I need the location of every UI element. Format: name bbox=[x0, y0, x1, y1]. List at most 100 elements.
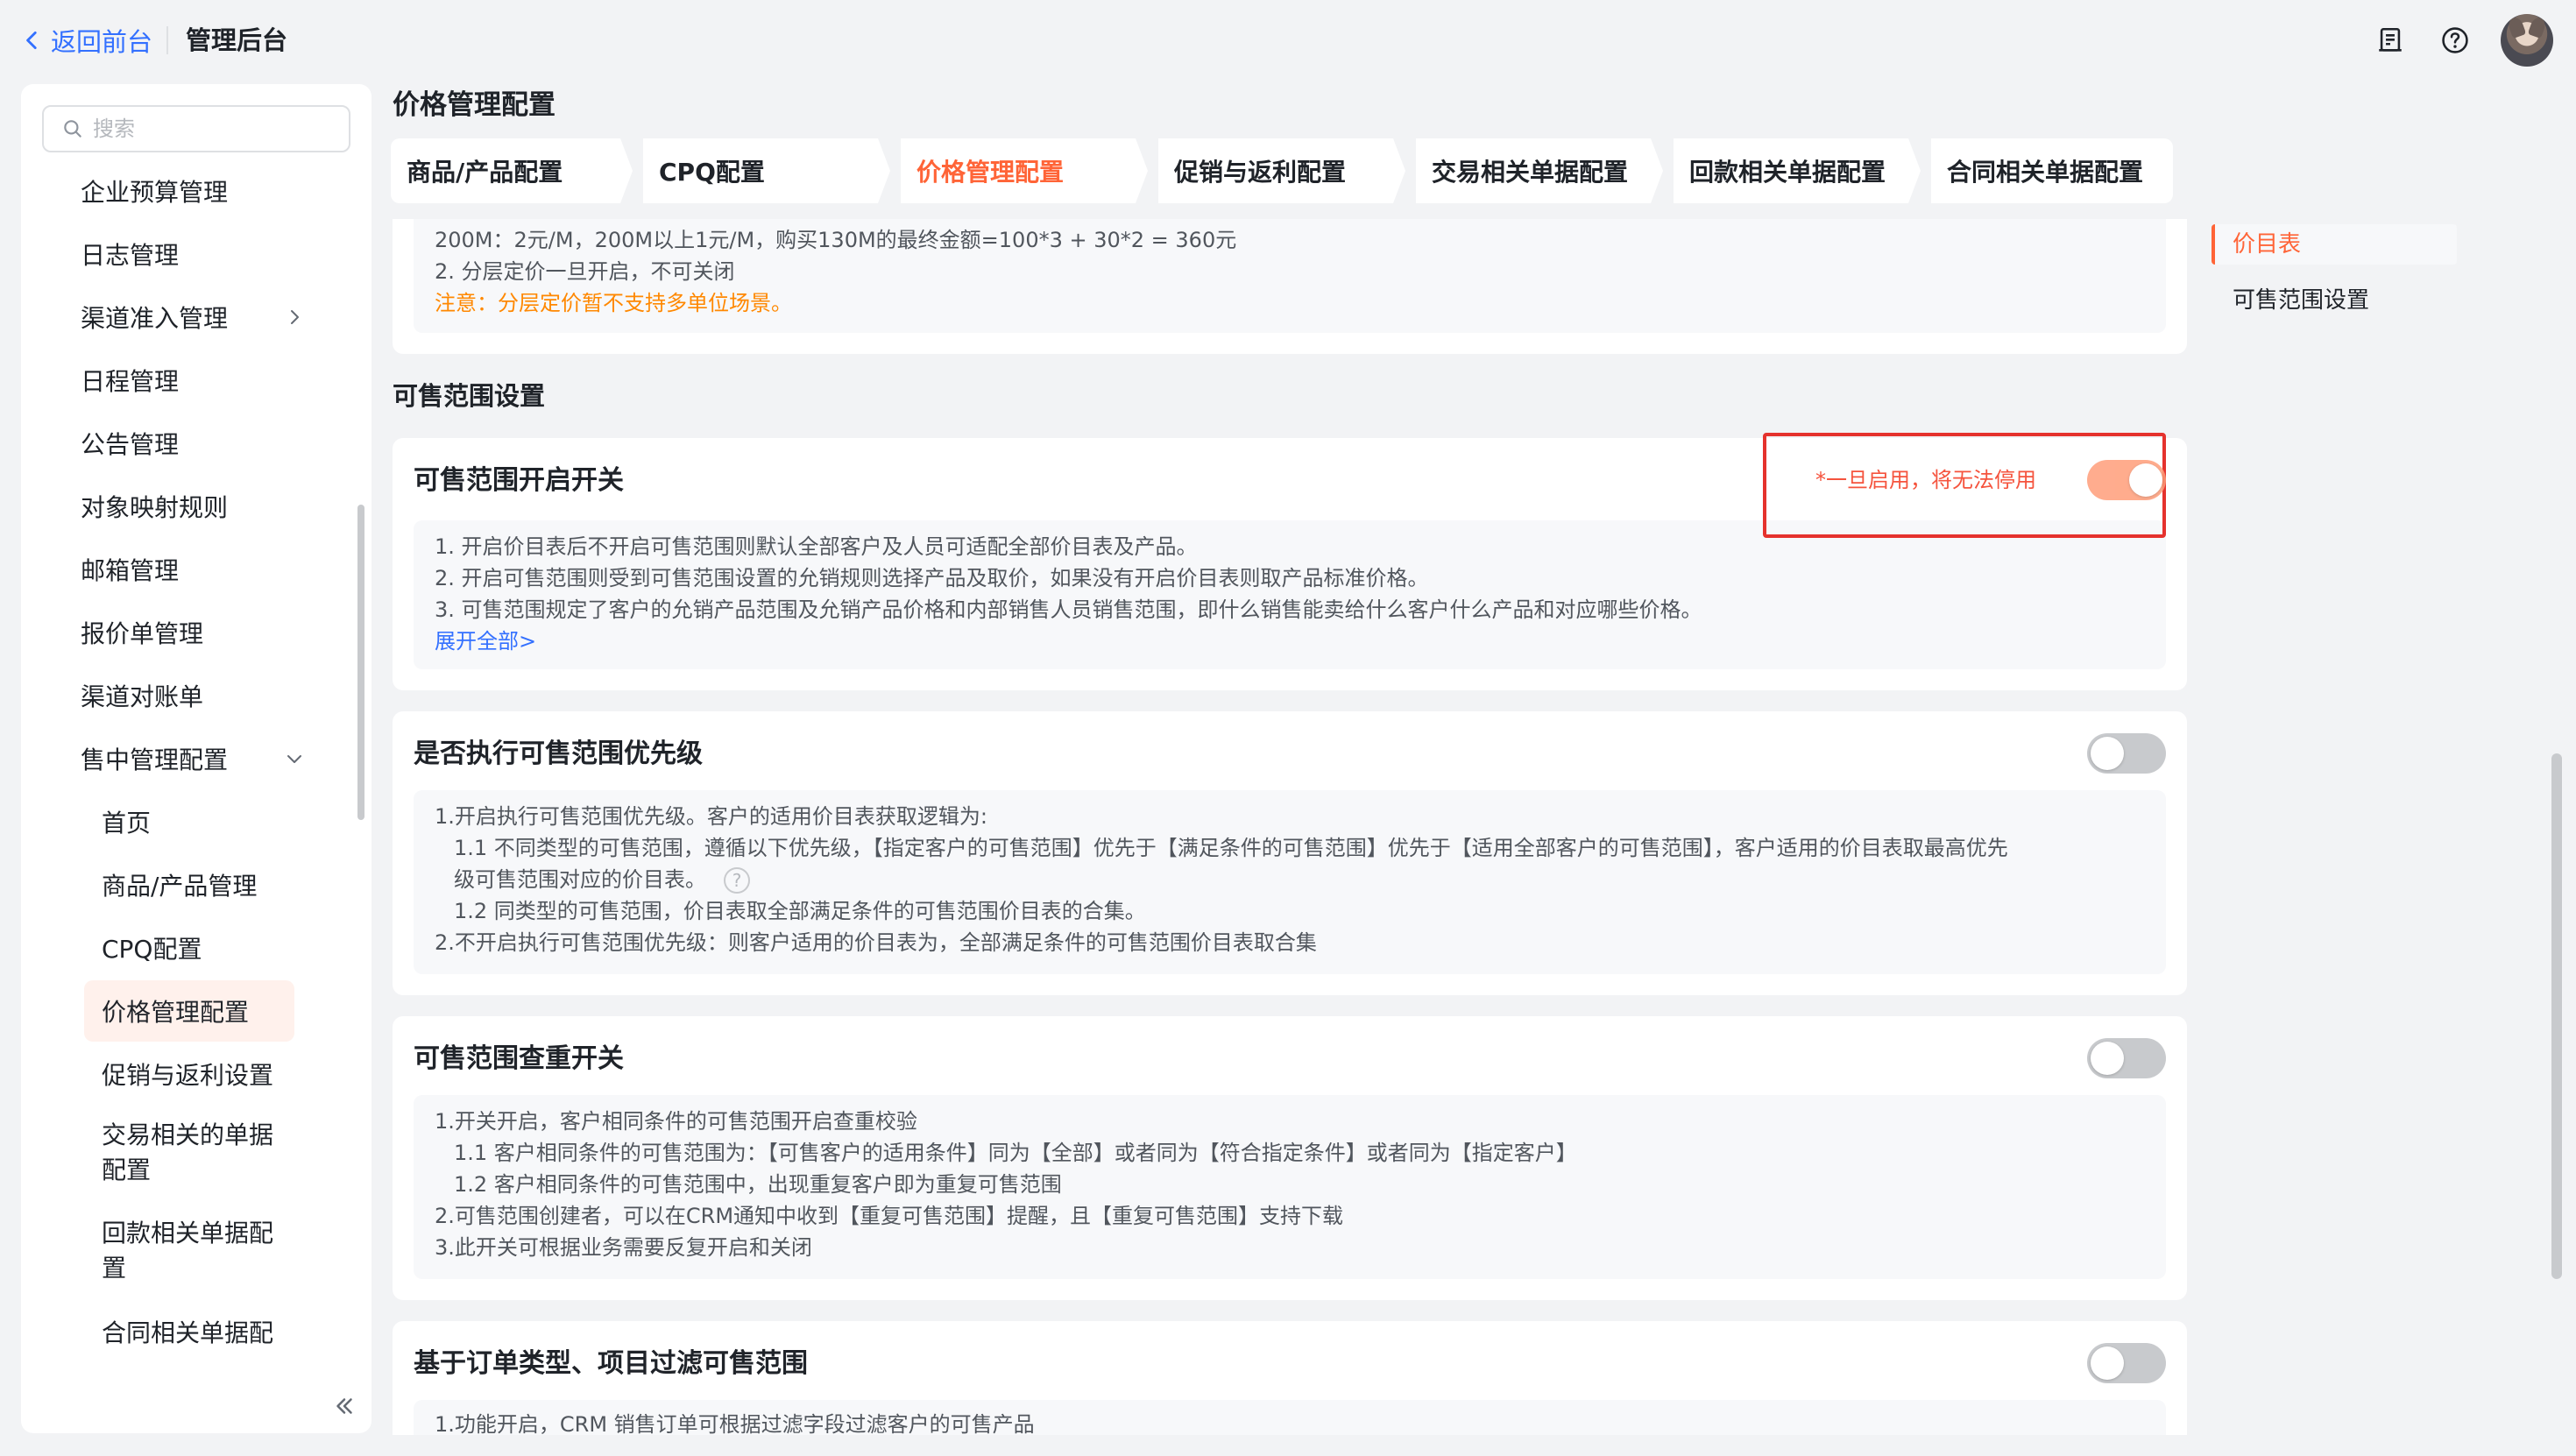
sidebar-subitem-cpq[interactable]: CPQ配置 bbox=[21, 922, 372, 974]
sidebar-item-label: 报价单管理 bbox=[81, 619, 204, 648]
sidebar-item-label: 商品/产品管理 bbox=[102, 872, 258, 901]
sidebar-item-label: 回款相关单据配置 bbox=[102, 1219, 274, 1283]
order-type-filter-toggle[interactable] bbox=[2087, 1343, 2166, 1383]
desc-line: 3. 可售范围规定了客户的允销产品范围及允销产品价格和内部销售人员销售范围，即什… bbox=[435, 597, 1702, 622]
back-to-frontend-link[interactable]: 返回前台 bbox=[21, 23, 152, 58]
sidebar-item-label: 邮箱管理 bbox=[81, 556, 180, 585]
tab-promotion-config[interactable]: 促销与返利配置 bbox=[1158, 138, 1405, 203]
card-description: 1.开关开启，客户相同条件的可售范围开启查重校验 1.1 客户相同条件的可售范围… bbox=[414, 1095, 2166, 1279]
sidebar-item-label: 售中管理配置 bbox=[81, 746, 229, 774]
toggle-knob bbox=[2091, 1042, 2124, 1075]
sidebar-item-label: 日志管理 bbox=[81, 241, 180, 270]
sidebar-subitem-trade-docs[interactable]: 交易相关的单据配置 bbox=[21, 1118, 319, 1188]
sidebar-scrollbar[interactable] bbox=[357, 505, 364, 820]
card-title: 基于订单类型、项目过滤可售范围 bbox=[414, 1348, 808, 1379]
desc-line: 200M：2元/M，200M以上1元/M，购买130M的最终金额=100*3 +… bbox=[435, 228, 1237, 252]
tiered-pricing-description: 200M：2元/M，200M以上1元/M，购买130M的最终金额=100*3 +… bbox=[414, 219, 2166, 333]
warning-text: 注意：分层定价暂不支持多单位场景。 bbox=[435, 291, 792, 315]
sales-scope-toggle[interactable] bbox=[2087, 460, 2166, 500]
sidebar-item-channel-statement[interactable]: 渠道对账单 bbox=[21, 669, 372, 722]
topbar-divider bbox=[166, 26, 168, 54]
tab-product-config[interactable]: 商品/产品配置 bbox=[391, 138, 633, 203]
tab-label: 回款相关单据配置 bbox=[1689, 158, 1886, 187]
sidebar-item-label: 对象映射规则 bbox=[81, 493, 229, 522]
tab-label: 商品/产品配置 bbox=[407, 158, 563, 187]
sidebar-item-label: 促销与返利设置 bbox=[102, 1061, 274, 1090]
chevron-right-icon bbox=[291, 310, 299, 324]
sidebar-item-label: 合同相关单据配 bbox=[102, 1318, 274, 1347]
anchor-price-list[interactable]: 价目表 bbox=[2212, 224, 2457, 265]
toggle-knob bbox=[2091, 737, 2124, 770]
sidebar-item-channel-access[interactable]: 渠道准入管理 bbox=[21, 291, 372, 343]
avatar-ear-left bbox=[2506, 15, 2527, 39]
toggle-knob bbox=[2129, 463, 2162, 497]
desc-line: 1.开启执行可售范围优先级。客户的适用价目表获取逻辑为: bbox=[435, 804, 987, 829]
top-bar: 返回前台 管理后台 bbox=[0, 0, 2576, 81]
anchor-sales-scope[interactable]: 可售范围设置 bbox=[2212, 280, 2457, 321]
sidebar-subitem-payment-docs[interactable]: 回款相关单据配置 bbox=[21, 1216, 319, 1286]
sidebar-item-budget[interactable]: 企业预算管理 bbox=[21, 165, 372, 217]
help-icon[interactable] bbox=[2439, 25, 2471, 56]
card-title: 可售范围查重开关 bbox=[414, 1043, 624, 1074]
chevron-down-icon bbox=[287, 755, 301, 763]
sidebar-search[interactable] bbox=[42, 105, 350, 152]
sidebar-item-label: 渠道准入管理 bbox=[81, 304, 229, 333]
sidebar-item-label: 渠道对账单 bbox=[81, 682, 204, 711]
card-title: 可售范围开启开关 bbox=[414, 465, 624, 496]
main-scrollbar[interactable] bbox=[2551, 753, 2562, 1279]
tab-label: 交易相关单据配置 bbox=[1432, 158, 1629, 187]
sidebar-item-quote[interactable]: 报价单管理 bbox=[21, 606, 372, 659]
double-chevron-left-icon[interactable] bbox=[331, 1393, 357, 1419]
sidebar-item-label: 企业预算管理 bbox=[81, 178, 229, 207]
desc-line: 2. 开启可售范围则受到可售范围设置的允销规则选择产品及取价，如果没有开启价目表… bbox=[435, 566, 1429, 590]
sidebar-item-schedule[interactable]: 日程管理 bbox=[21, 354, 372, 406]
section-title-sales-scope: 可售范围设置 bbox=[393, 381, 546, 411]
sidebar-item-in-sale-config[interactable]: 售中管理配置 bbox=[21, 732, 372, 785]
search-input[interactable] bbox=[93, 117, 338, 141]
order-type-filter-card: 基于订单类型、项目过滤可售范围 1.功能开启，CRM 销售订单可根据过滤字段过滤… bbox=[393, 1321, 2187, 1435]
desc-line: 1.1 不同类型的可售范围，遵循以下优先级，【指定客户的可售范围】优先于【满足条… bbox=[454, 836, 2008, 860]
card-description: 1. 开启价目表后不开启可售范围则默认全部客户及人员可适配全部价目表及产品。 2… bbox=[414, 520, 2166, 669]
expand-all-link[interactable]: 展开全部> bbox=[435, 626, 2145, 657]
document-icon[interactable] bbox=[2374, 25, 2406, 56]
tab-price-config[interactable]: 价格管理配置 bbox=[901, 138, 1148, 203]
sidebar-item-label: 首页 bbox=[102, 809, 152, 838]
toggle-knob bbox=[2091, 1346, 2124, 1380]
sidebar-item-mailbox[interactable]: 邮箱管理 bbox=[21, 543, 372, 596]
sidebar-subitem-contract-docs[interactable]: 合同相关单据配 bbox=[21, 1305, 372, 1358]
scope-priority-toggle[interactable] bbox=[2087, 733, 2166, 774]
desc-line: 1.1 客户相同条件的可售范围为：【可售客户的适用条件】同为【全部】或者同为【符… bbox=[454, 1141, 1577, 1165]
sidebar-subitem-home[interactable]: 首页 bbox=[21, 795, 372, 848]
desc-line-with-help: 级可售范围对应的价目表。? bbox=[435, 864, 2145, 895]
avatar-ear-right bbox=[2527, 15, 2548, 39]
tab-trade-docs-config[interactable]: 交易相关单据配置 bbox=[1416, 138, 1663, 203]
sidebar-subitem-price-config-active[interactable]: 价格管理配置 bbox=[84, 980, 294, 1042]
sidebar-item-label: 公告管理 bbox=[81, 430, 180, 459]
sidebar-item-label: 日程管理 bbox=[81, 367, 180, 396]
sidebar-item-log[interactable]: 日志管理 bbox=[21, 228, 372, 280]
scope-duplicate-toggle[interactable] bbox=[2087, 1038, 2166, 1078]
sidebar: 企业预算管理 日志管理 渠道准入管理 日程管理 公告管理 对象映射规则 邮箱管理… bbox=[21, 84, 372, 1433]
app-title: 管理后台 bbox=[186, 25, 288, 55]
desc-line: 2. 分层定价一旦开启，不可关闭 bbox=[435, 259, 735, 284]
back-link-label: 返回前台 bbox=[51, 27, 153, 57]
help-icon[interactable]: ? bbox=[724, 867, 750, 894]
sidebar-subitem-promotion[interactable]: 促销与返利设置 bbox=[21, 1048, 372, 1100]
sidebar-item-announcement[interactable]: 公告管理 bbox=[21, 417, 372, 470]
tab-label: CPQ配置 bbox=[659, 158, 765, 187]
tab-payment-docs-config[interactable]: 回款相关单据配置 bbox=[1674, 138, 1921, 203]
desc-line: 1.2 客户相同条件的可售范围中，出现重复客户即为重复可售范围 bbox=[454, 1172, 1062, 1197]
sidebar-subitem-product-management[interactable]: 商品/产品管理 bbox=[21, 859, 372, 911]
avatar[interactable] bbox=[2501, 14, 2553, 67]
irreversible-notice: *一旦启用，将无法停用 bbox=[1815, 468, 2036, 492]
scope-priority-card: 是否执行可售范围优先级 1.开启执行可售范围优先级。客户的适用价目表获取逻辑为:… bbox=[393, 711, 2187, 995]
search-icon bbox=[64, 120, 81, 138]
card-title: 是否执行可售范围优先级 bbox=[414, 739, 703, 769]
desc-line: 1.功能开启，CRM 销售订单可根据过滤字段过滤客户的可售产品 bbox=[435, 1412, 1035, 1435]
sidebar-item-label: 价格管理配置 bbox=[102, 998, 250, 1027]
tab-contract-docs-config[interactable]: 合同相关单据配置 bbox=[1931, 138, 2173, 203]
sidebar-item-object-mapping[interactable]: 对象映射规则 bbox=[21, 480, 372, 533]
tab-cpq-config[interactable]: CPQ配置 bbox=[643, 138, 890, 203]
card-description: 1.开启执行可售范围优先级。客户的适用价目表获取逻辑为: 1.1 不同类型的可售… bbox=[414, 790, 2166, 974]
desc-line-text: 级可售范围对应的价目表。 bbox=[454, 867, 706, 892]
